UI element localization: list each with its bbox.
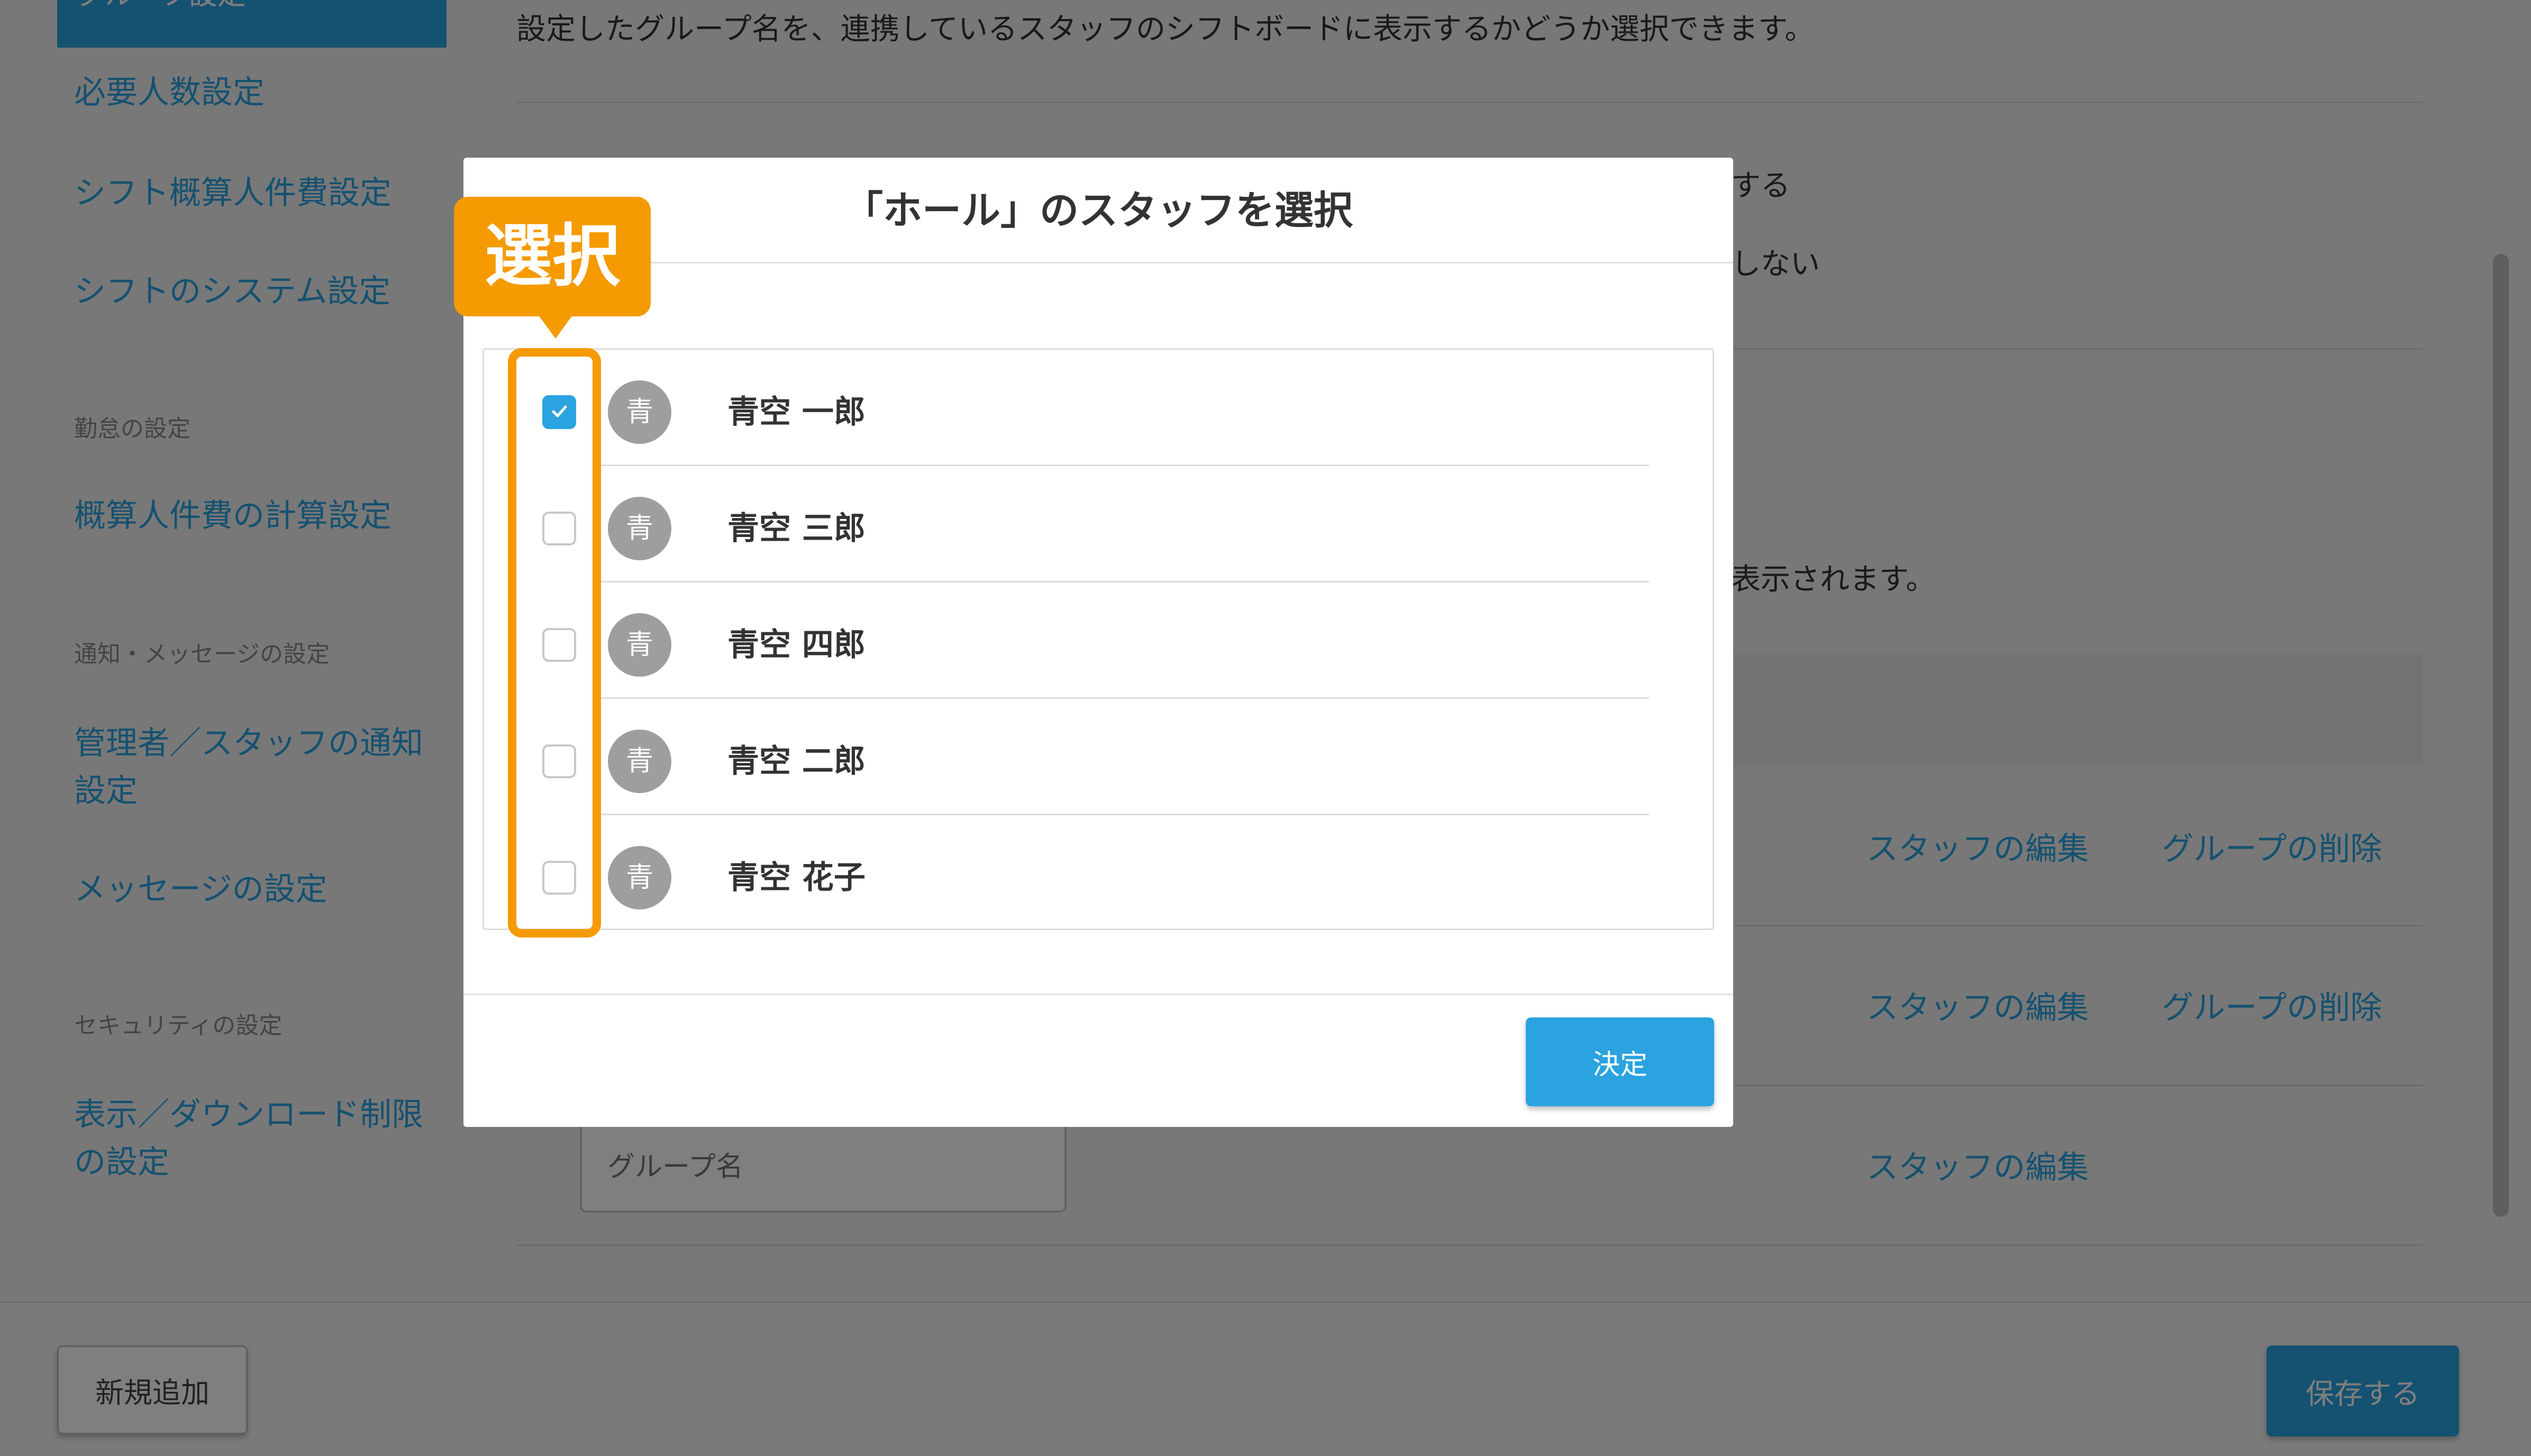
modal-title: 「ホール」のスタッフを選択 [844, 188, 1353, 233]
avatar: 青 [608, 846, 671, 909]
annotation-select-label: 選択 [454, 197, 651, 316]
annotation-highlight-frame [508, 348, 601, 938]
staff-select-modal: × 「ホール」のスタッフを選択 青 青空 一郎 青 青空 三郎 青 青空 四郎 [463, 158, 1733, 1127]
avatar: 青 [608, 497, 671, 560]
annotation-pointer [539, 315, 572, 339]
list-item[interactable]: 青 青空 花子 [484, 815, 1659, 932]
modal-footer: 決定 [463, 994, 1733, 1127]
staff-name: 青空 二郎 [727, 743, 866, 780]
staff-name: 青空 一郎 [727, 394, 866, 431]
list-item[interactable]: 青 青空 三郎 [484, 466, 1659, 583]
avatar: 青 [608, 730, 671, 793]
staff-name: 青空 四郎 [727, 626, 866, 663]
avatar: 青 [608, 380, 671, 444]
confirm-button[interactable]: 決定 [1526, 1017, 1714, 1106]
staff-name: 青空 三郎 [727, 510, 866, 547]
list-item[interactable]: 青 青空 四郎 [484, 583, 1659, 699]
list-item[interactable]: 青 青空 一郎 [484, 350, 1659, 466]
modal-header: × 「ホール」のスタッフを選択 [463, 158, 1733, 263]
list-item[interactable]: 青 青空 二郎 [484, 699, 1659, 815]
staff-name: 青空 花子 [727, 859, 866, 896]
avatar: 青 [608, 613, 671, 677]
staff-list: 青 青空 一郎 青 青空 三郎 青 青空 四郎 青 青空 二郎 青 青空 花子 [482, 348, 1714, 930]
